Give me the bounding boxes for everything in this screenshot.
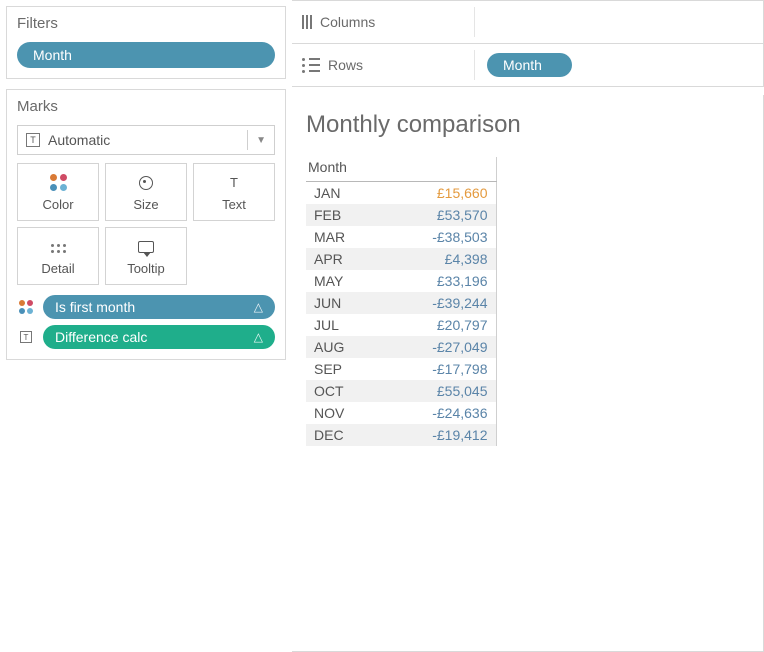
table-row[interactable]: OCT£55,045 [306,380,496,402]
size-icon [139,173,153,193]
table-row[interactable]: AUG-£27,049 [306,336,496,358]
mark-color-label: Color [42,197,73,212]
value-cell: £55,045 [376,380,496,402]
mark-detail-button[interactable]: Detail [17,227,99,285]
table-row[interactable]: MAR-£38,503 [306,226,496,248]
mark-text-label: Text [222,197,246,212]
mark-size-label: Size [133,197,158,212]
month-cell: DEC [306,424,376,446]
columns-shelf-label: Columns [302,14,462,30]
month-cell: MAR [306,226,376,248]
filters-title: Filters [17,15,275,32]
value-cell: £53,570 [376,204,496,226]
table-header-month: Month [306,157,496,182]
mark-type-dropdown[interactable]: T Automatic ▼ [17,125,275,155]
value-cell: £33,196 [376,270,496,292]
month-table: Month JAN£15,660FEB£53,570MAR-£38,503APR… [306,157,497,446]
mark-type-label: Automatic [48,132,247,148]
columns-text: Columns [320,14,375,30]
mark-pill-difference-calc[interactable]: Difference calc △ [43,325,275,349]
rows-pill-month[interactable]: Month [487,53,572,77]
columns-icon [302,15,312,29]
left-panel: Filters Month Marks T Automatic ▼ Color … [0,0,292,652]
rows-text: Rows [328,57,363,73]
table-row[interactable]: NOV-£24,636 [306,402,496,424]
value-cell: -£17,798 [376,358,496,380]
mark-buttons-row: Color Size T Text Detail Tooltip [17,163,275,285]
viz-title: Monthly comparison [306,111,749,139]
month-table-body: JAN£15,660FEB£53,570MAR-£38,503APR£4,398… [306,182,496,447]
table-row[interactable]: JAN£15,660 [306,182,496,205]
mark-pills: Is first month △ T Difference calc △ [17,295,275,349]
mark-pill-is-first-month[interactable]: Is first month △ [43,295,275,319]
columns-drop-area[interactable] [474,7,753,37]
month-cell: APR [306,248,376,270]
mark-size-button[interactable]: Size [105,163,187,221]
text-type-icon[interactable]: T [17,331,35,343]
table-calc-icon: △ [254,300,263,314]
table-row[interactable]: JUN-£39,244 [306,292,496,314]
month-cell: JUL [306,314,376,336]
mark-pill-row-0: Is first month △ [17,295,275,319]
viz-area: Monthly comparison Month JAN£15,660FEB£5… [292,95,764,652]
mark-color-button[interactable]: Color [17,163,99,221]
value-cell: -£19,412 [376,424,496,446]
table-row[interactable]: DEC-£19,412 [306,424,496,446]
month-cell: NOV [306,402,376,424]
filter-pill-month[interactable]: Month [17,42,275,68]
month-cell: FEB [306,204,376,226]
color-dots-icon [50,173,67,193]
text-icon: T [230,173,238,193]
mark-detail-label: Detail [41,261,74,276]
table-row[interactable]: MAY£33,196 [306,270,496,292]
value-cell: £15,660 [376,182,496,205]
columns-shelf[interactable]: Columns [292,0,764,44]
value-cell: -£39,244 [376,292,496,314]
chevron-down-icon: ▼ [247,130,266,150]
filters-card: Filters Month [6,6,286,79]
rows-shelf-label: Rows [302,57,462,73]
month-cell: OCT [306,380,376,402]
rows-shelf[interactable]: Rows Month [292,44,764,87]
month-cell: JAN [306,182,376,205]
month-cell: JUN [306,292,376,314]
value-cell: £20,797 [376,314,496,336]
month-cell: AUG [306,336,376,358]
rows-drop-area[interactable]: Month [474,50,753,80]
table-row[interactable]: JUL£20,797 [306,314,496,336]
table-row[interactable]: APR£4,398 [306,248,496,270]
marks-title: Marks [17,98,275,115]
marks-card: Marks T Automatic ▼ Color Size T Text [6,89,286,360]
table-row[interactable]: SEP-£17,798 [306,358,496,380]
month-cell: MAY [306,270,376,292]
value-cell: £4,398 [376,248,496,270]
detail-icon [51,237,66,257]
mark-tooltip-button[interactable]: Tooltip [105,227,187,285]
mark-text-button[interactable]: T Text [193,163,275,221]
value-cell: -£24,636 [376,402,496,424]
mark-pill-label: Is first month [55,299,135,315]
month-cell: SEP [306,358,376,380]
value-cell: -£38,503 [376,226,496,248]
mark-tooltip-label: Tooltip [127,261,165,276]
right-panel: Columns Rows Month Monthly comparison Mo… [292,0,764,652]
rows-icon [302,58,320,73]
table-calc-icon: △ [254,330,263,344]
value-cell: -£27,049 [376,336,496,358]
table-row[interactable]: FEB£53,570 [306,204,496,226]
text-type-icon: T [26,133,40,147]
mark-pill-label: Difference calc [55,329,147,345]
tooltip-icon [138,237,154,257]
mark-pill-row-1: T Difference calc △ [17,325,275,349]
color-dots-icon[interactable] [17,300,35,314]
